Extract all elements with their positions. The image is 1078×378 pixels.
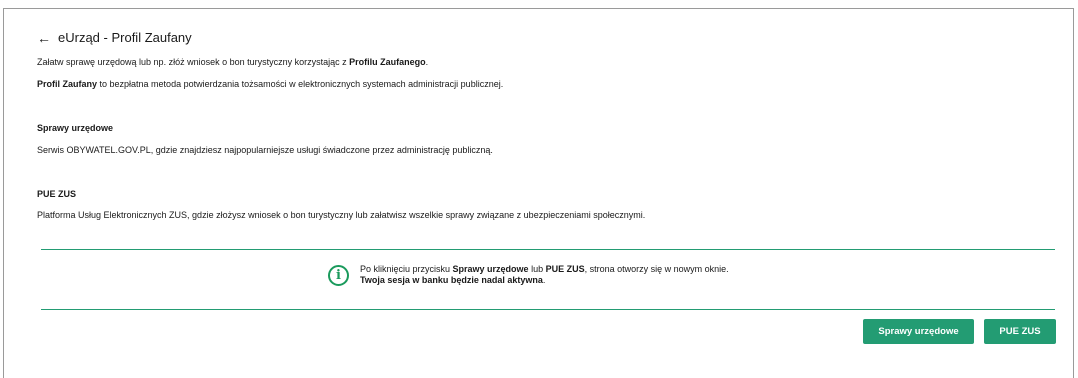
- info-line-2-end: .: [542, 275, 546, 285]
- info-notice: i Po kliknięciu przycisku Sprawy urzędow…: [328, 264, 729, 286]
- info-part-3: , strona otworzy się w nowym oknie.: [584, 264, 729, 274]
- info-bold-2: PUE ZUS: [545, 264, 585, 274]
- page-header: ← eUrząd - Profil Zaufany: [37, 30, 192, 45]
- intro-line-2: Profil Zaufany to bezpłatna metoda potwi…: [37, 79, 503, 89]
- intro-line-1-end: .: [425, 57, 429, 67]
- back-arrow-icon[interactable]: ←: [37, 31, 51, 45]
- intro-line-2-bold: Profil Zaufany: [37, 79, 98, 89]
- info-line-2: Twoja sesja w banku będzie nadal aktywna…: [360, 275, 729, 286]
- intro-line-2-text: to bezpłatna metoda potwierdzania tożsam…: [97, 79, 504, 89]
- pue-zus-button[interactable]: PUE ZUS: [984, 319, 1056, 344]
- pue-heading: PUE ZUS: [37, 189, 77, 199]
- info-part-1: Po kliknięciu przycisku: [360, 264, 453, 274]
- pue-description: Platforma Usług Elektronicznych ZUS, gdz…: [37, 210, 646, 220]
- info-icon: i: [328, 264, 349, 286]
- info-line-1: Po kliknięciu przycisku Sprawy urzędowe …: [360, 264, 729, 275]
- intro-line-1-bold: Profilu Zaufanego: [349, 57, 426, 67]
- page-title: eUrząd - Profil Zaufany: [58, 30, 192, 45]
- info-text: Po kliknięciu przycisku Sprawy urzędowe …: [360, 264, 729, 286]
- divider-top: [41, 249, 1055, 250]
- intro-line-1-text: Załatw sprawę urzędową lub np. złóż wnio…: [37, 57, 350, 67]
- sprawy-urzedowe-button[interactable]: Sprawy urzędowe: [863, 319, 974, 344]
- divider-bottom: [41, 309, 1055, 310]
- intro-line-1: Załatw sprawę urzędową lub np. złóż wnio…: [37, 57, 428, 67]
- sprawy-description: Serwis OBYWATEL.GOV.PL, gdzie znajdziesz…: [37, 145, 493, 155]
- info-bold-1: Sprawy urzędowe: [452, 264, 529, 274]
- info-part-2: lub: [528, 264, 546, 274]
- info-line-2-bold: Twoja sesja w banku będzie nadal aktywna: [360, 275, 543, 285]
- sprawy-heading: Sprawy urzędowe: [37, 123, 114, 133]
